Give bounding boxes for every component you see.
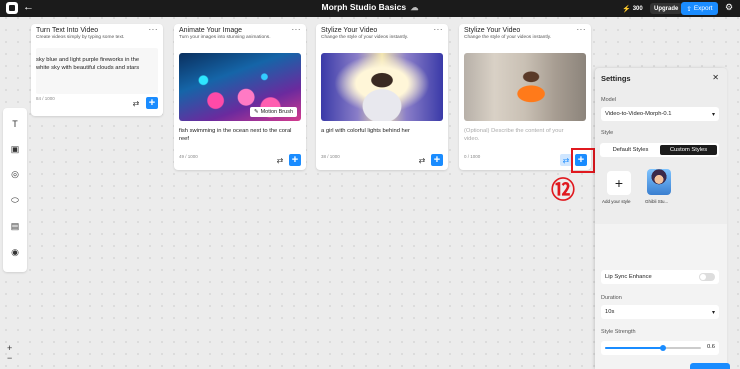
brush-icon: ✎ <box>253 109 259 115</box>
swap-icon[interactable]: ⇄ <box>274 154 286 166</box>
text-tool-icon[interactable]: T <box>9 118 21 130</box>
top-bar: ← Morph Studio Basics ☁ ⚡ 300 Upgrade ⇪ … <box>0 0 740 17</box>
tab-custom-styles[interactable]: Custom Styles <box>660 145 717 155</box>
char-count: 0 / 1000 <box>464 154 481 159</box>
add-style-button[interactable]: + <box>607 171 631 195</box>
image-tool-icon[interactable]: ▣ <box>9 143 21 155</box>
settings-title: Settings <box>601 74 631 83</box>
card-title: Stylize Your Video <box>321 27 378 34</box>
lip-sync-label: Lip Sync Enhance <box>605 274 652 280</box>
add-style-label: Add your style <box>602 199 631 204</box>
char-count: 38 / 1000 <box>321 154 340 159</box>
model-label: Model <box>601 97 616 103</box>
motion-brush-label: Motion Brush <box>260 109 293 115</box>
char-count: 84 / 1000 <box>36 96 55 101</box>
bolt-icon: ⚡ <box>622 5 631 13</box>
zoom-out-button[interactable]: − <box>7 353 12 363</box>
slider-track[interactable] <box>605 345 701 351</box>
street-video[interactable] <box>464 53 586 121</box>
duration-select[interactable]: 10s ▾ <box>601 305 719 319</box>
more-icon[interactable]: ··· <box>292 25 302 34</box>
audio-tool-icon[interactable]: ◉ <box>9 246 21 258</box>
style-tabs: Default Styles Custom Styles <box>600 143 719 157</box>
highlight-box <box>571 148 595 173</box>
chevron-down-icon: ▾ <box>711 111 715 118</box>
tab-default-styles[interactable]: Default Styles <box>602 145 659 155</box>
model-select[interactable]: Video-to-Video-Morph-0.1 ▾ <box>601 107 719 121</box>
more-icon[interactable]: ··· <box>149 25 159 34</box>
motion-brush-button[interactable]: ✎ Motion Brush <box>249 107 297 117</box>
card-title: Turn Text Into Video <box>36 27 99 34</box>
swap-icon[interactable]: ⇄ <box>130 97 142 109</box>
card-title: Stylize Your Video <box>464 27 521 34</box>
add-button[interactable]: + <box>431 154 443 166</box>
duration-label: Duration <box>601 295 622 301</box>
mask-tool-icon[interactable]: ⬭ <box>9 194 21 206</box>
credits-value: 300 <box>632 5 643 12</box>
card-subtitle: Create videos simply by typing some text… <box>36 35 125 40</box>
tool-rail: T ▣ ◎ ⬭ ▤ ◉ <box>3 108 27 272</box>
lip-sync-row: Lip Sync Enhance <box>601 270 719 284</box>
upgrade-button[interactable]: Upgrade <box>650 3 683 14</box>
credits-counter: ⚡ 300 <box>622 3 643 14</box>
duration-value: 10s <box>605 309 615 315</box>
more-icon[interactable]: ··· <box>577 25 587 34</box>
strength-value: 0.6 <box>706 344 715 350</box>
style-label: Style <box>601 130 614 136</box>
prompt-placeholder[interactable]: (Optional) Describe the content of your … <box>464 127 574 143</box>
export-button[interactable]: ⇪ Export <box>681 2 718 15</box>
animate-image-card: Animate Your Image Turn your images into… <box>174 24 306 170</box>
slider-handle[interactable] <box>659 345 666 351</box>
prompt-text[interactable]: a girl with colorful lights behind her <box>321 127 441 135</box>
char-count: 49 / 1000 <box>179 154 198 159</box>
ghibli-style-label: Ghibli Stu... <box>645 199 669 204</box>
model-value: Video-to-Video-Morph-0.1 <box>605 111 672 117</box>
ghibli-style-thumbnail[interactable] <box>647 169 671 195</box>
card-subtitle: Turn your images into stunning animation… <box>179 35 271 40</box>
annotation-12: ⑫ <box>551 175 575 204</box>
lip-sync-toggle[interactable] <box>699 273 715 281</box>
gallery-tool-icon[interactable]: ▤ <box>9 220 21 232</box>
style-strength-slider[interactable]: 0.6 <box>601 341 719 355</box>
card-title: Animate Your Image <box>179 27 243 34</box>
export-icon: ⇪ <box>686 5 692 13</box>
card-subtitle: Change the style of your videos instantl… <box>464 35 552 40</box>
add-button[interactable]: + <box>146 97 158 109</box>
text-to-video-card: Turn Text Into Video Create videos simpl… <box>31 24 163 116</box>
stylize-video-card: Stylize Your Video Change the style of y… <box>316 24 448 170</box>
generate-button[interactable] <box>690 363 730 369</box>
swap-icon[interactable]: ⇄ <box>416 154 428 166</box>
add-button[interactable]: + <box>289 154 301 166</box>
card-subtitle: Change the style of your videos instantl… <box>321 35 409 40</box>
project-title-text[interactable]: Morph Studio Basics <box>322 2 407 12</box>
export-label: Export <box>693 5 713 12</box>
zoom-in-button[interactable]: + <box>7 343 12 353</box>
sliders-icon[interactable]: ⚙ <box>725 2 733 13</box>
prompt-text[interactable]: fish swimming in the ocean next to the c… <box>179 127 299 143</box>
strength-label: Style Strength <box>601 329 636 335</box>
more-icon[interactable]: ··· <box>434 25 444 34</box>
cloud-icon: ☁ <box>410 3 419 12</box>
settings-panel: Settings ✕ Model Video-to-Video-Morph-0.… <box>595 68 727 369</box>
prompt-text[interactable]: sky blue and light purple fireworks in t… <box>36 56 154 72</box>
slider-fill <box>605 347 663 349</box>
fish-image[interactable]: ✎ Motion Brush <box>179 53 301 121</box>
video-tool-icon[interactable]: ◎ <box>9 168 21 180</box>
chevron-down-icon: ▾ <box>711 309 715 316</box>
close-icon[interactable]: ✕ <box>712 73 719 82</box>
portrait-video[interactable] <box>321 53 443 121</box>
